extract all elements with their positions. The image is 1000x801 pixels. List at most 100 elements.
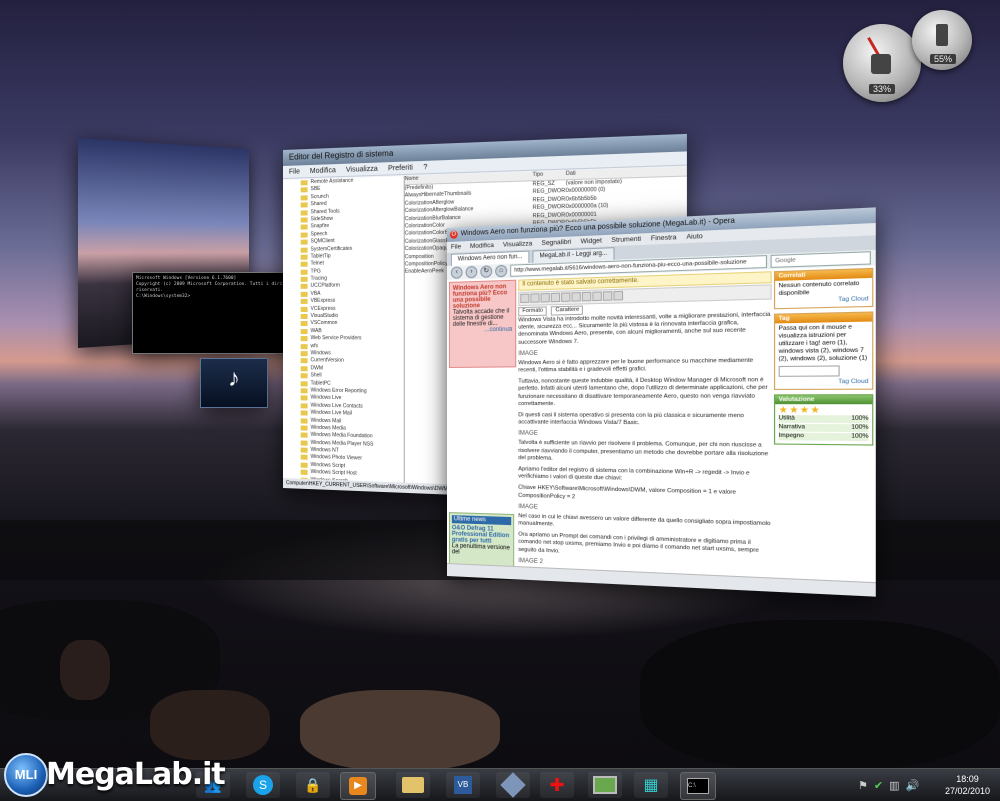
list-icon[interactable]	[561, 292, 571, 302]
article-paragraph: Apriamo l'editor del registro di sistema…	[518, 466, 750, 482]
cpu-value: 33%	[869, 84, 896, 94]
skype-icon[interactable]: S	[246, 772, 280, 798]
memory-value: 55%	[930, 54, 957, 64]
rating-label: Utilità	[778, 415, 795, 422]
continue-link[interactable]: ...continua	[453, 327, 513, 334]
article-paragraph: Windows Vista ha introdotto molte novità…	[518, 311, 771, 346]
megalab-watermark: MLI MegaLab.it	[0, 745, 226, 800]
virtualbox-icon[interactable]	[496, 772, 530, 798]
rating-label: Narrativa	[778, 423, 806, 431]
forward-icon[interactable]: ›	[465, 265, 478, 279]
menu-item[interactable]: Finestra	[651, 234, 677, 243]
menu-item[interactable]: Preferiti	[388, 164, 413, 172]
command-prompt-window[interactable]: Microsoft Windows [Versione 6.1.7600] Co…	[132, 272, 299, 354]
right-column: Correlati Nessun contenuto correlato dis…	[773, 267, 874, 581]
page-content: Windows Aero non funziona più? Ecco una …	[447, 265, 876, 597]
rating-box-title: Valutazione	[775, 395, 873, 405]
visual-basic-icon[interactable]: VB	[446, 772, 480, 798]
megalab-badge: MLI	[4, 753, 48, 797]
tag-cloud-link[interactable]: Tag Cloud	[779, 379, 868, 387]
tag-list[interactable]: Passa qui con il mouse e visualizza istr…	[779, 324, 869, 364]
rating-value: 100%	[851, 424, 869, 432]
article-paragraph: Windows Aero si è fatto apprezzare per l…	[518, 357, 754, 374]
flag-icon[interactable]: ⚑	[858, 779, 868, 792]
menu-item[interactable]: Segnalibri	[541, 239, 571, 247]
cmd-taskbar-icon[interactable]: C:\	[680, 772, 716, 800]
bold-icon[interactable]	[520, 293, 530, 304]
redo-icon[interactable]	[613, 290, 624, 301]
align-icon[interactable]	[550, 292, 561, 303]
font-select[interactable]: Carattere	[551, 305, 584, 316]
opera-logo-icon: O	[449, 230, 458, 239]
tag-box: Tag Passa qui con il mouse e visualizza …	[773, 311, 874, 391]
rating-label: Impegno	[778, 432, 804, 440]
tag-input[interactable]	[778, 365, 840, 377]
rating-value: 100%	[851, 433, 869, 440]
clock[interactable]: 18:09 27/02/2010	[945, 773, 990, 797]
format-select[interactable]: Formato	[518, 306, 548, 317]
teaser-text: Talvolta accade che il sistema di gestio…	[452, 308, 510, 328]
italic-icon[interactable]	[530, 293, 540, 303]
article-paragraph: Tuttavia, nonostante queste indubbie qua…	[518, 377, 768, 407]
undo-icon[interactable]	[602, 291, 613, 301]
volume-icon[interactable]: 🔊	[906, 779, 920, 792]
menu-item[interactable]: File	[289, 168, 300, 175]
image-icon[interactable]	[581, 291, 592, 302]
image-placeholder: IMAGE	[518, 350, 538, 357]
menu-item[interactable]: Strumenti	[611, 236, 641, 245]
back-icon[interactable]: ‹	[450, 266, 463, 279]
media-player-window[interactable]: ♪	[200, 358, 268, 408]
network-icon[interactable]: ▥	[889, 779, 899, 792]
menu-item[interactable]: Visualizza	[503, 240, 532, 248]
clock-date: 27/02/2010	[944, 786, 990, 796]
monitor-icon[interactable]	[588, 772, 622, 798]
link-icon[interactable]	[571, 292, 581, 302]
article-paragraph: Chiave HKEY\Software\Microsoft\Windows\D…	[518, 485, 737, 501]
registry-tree[interactable]: Remote Assistance SBE Scrunch Shared Shared …	[283, 176, 405, 483]
clock-time: 18:09	[956, 774, 979, 784]
article-column: Il contenuto è stato salvato correttamen…	[518, 271, 772, 577]
rock	[60, 640, 110, 700]
registry-key[interactable]: VCExpress	[283, 305, 404, 313]
menu-item[interactable]: Aiuto	[686, 233, 702, 241]
cmd-line: Copyright (c) 2009 Microsoft Corporation…	[136, 282, 291, 293]
rating-value: 100%	[851, 415, 869, 423]
left-column: Windows Aero non funziona più? Ecco una …	[448, 279, 517, 578]
red-cross-icon[interactable]: ✚	[540, 772, 574, 798]
reload-icon[interactable]: ↻	[480, 265, 493, 278]
column-header-type[interactable]: Tipo	[533, 171, 566, 181]
lock-icon[interactable]: 🔒	[296, 772, 330, 798]
media-player-icon[interactable]: ▶	[340, 772, 376, 800]
memory-meter-gadget[interactable]: 55%	[912, 10, 972, 70]
menu-item[interactable]: File	[451, 243, 461, 250]
cmd-line: C:\Windows\system32>	[136, 294, 191, 299]
menu-item[interactable]: Widget	[581, 237, 602, 245]
security-icon[interactable]: ✔	[874, 779, 883, 792]
cpu-icon	[871, 54, 891, 74]
menu-item[interactable]: ?	[423, 163, 427, 170]
teaser-title[interactable]: Windows Aero non funziona più? Ecco una …	[453, 284, 507, 310]
underline-icon[interactable]	[540, 292, 550, 303]
cpu-meter-gadget[interactable]: 33%	[843, 24, 921, 102]
desktop: 33% 55% Microsoft Windows [Versione 6.1.…	[0, 0, 1000, 768]
rock	[640, 620, 1000, 768]
puzzle-icon[interactable]: ▦	[634, 772, 668, 798]
registry-key[interactable]: VisualStudio	[283, 313, 404, 321]
table-icon[interactable]	[592, 291, 602, 302]
image-placeholder: IMAGE	[518, 430, 538, 438]
memory-icon	[936, 24, 948, 46]
home-icon[interactable]: ⌂	[495, 264, 508, 278]
article-body[interactable]: Windows Vista ha introdotto molte novità…	[518, 312, 771, 577]
opera-window[interactable]: O Windows Aero non funziona più? Ecco un…	[447, 207, 876, 597]
menu-item[interactable]: Modifica	[310, 167, 336, 175]
news-link[interactable]: O&O Defrag 11 Professional Edition grati…	[452, 525, 511, 545]
article-paragraph: Talvolta è sufficiente un riavvio per ri…	[518, 440, 769, 462]
article-paragraph: Di questi casi il sistema operativo si p…	[518, 412, 744, 427]
music-note-icon: ♪	[228, 365, 240, 392]
rating-box: Valutazione ★★★★ Utilità 100% Narrativa 10…	[773, 394, 874, 446]
news-box-title: Ultime news	[451, 515, 512, 526]
file-explorer-icon[interactable]	[396, 772, 430, 798]
menu-item[interactable]: Modifica	[470, 242, 494, 250]
rating-stars-icon[interactable]: ★★★★	[779, 404, 869, 415]
menu-item[interactable]: Visualizza	[346, 165, 378, 173]
